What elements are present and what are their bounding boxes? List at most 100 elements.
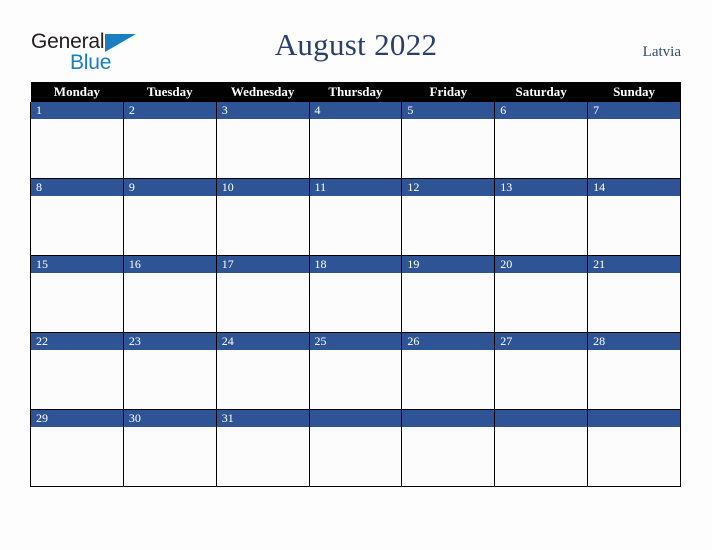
day-cell[interactable]: 17 — [215, 255, 310, 333]
day-number: 21 — [588, 256, 680, 273]
day-note-area[interactable] — [123, 427, 216, 486]
day-cell[interactable]: 1 — [30, 102, 124, 179]
country-label: Latvia — [642, 44, 681, 60]
day-cell[interactable]: 20 — [494, 255, 589, 333]
day-number: 2 — [123, 102, 216, 119]
day-note-area[interactable] — [402, 119, 495, 178]
day-note-area[interactable] — [31, 273, 123, 332]
day-cell[interactable]: 10 — [215, 178, 310, 256]
day-note-area[interactable] — [402, 273, 495, 332]
day-note-area[interactable] — [31, 196, 123, 255]
day-number: 30 — [123, 410, 216, 427]
day-number: 20 — [495, 256, 588, 273]
day-cell[interactable]: 4 — [308, 102, 403, 179]
day-number: 24 — [216, 333, 309, 350]
day-cell-empty[interactable] — [587, 409, 681, 487]
day-cell[interactable]: 2 — [122, 102, 217, 179]
day-cell[interactable]: 14 — [587, 178, 681, 256]
day-cell[interactable]: 28 — [587, 332, 681, 410]
day-note-area[interactable] — [309, 427, 402, 486]
day-note-area[interactable] — [495, 119, 588, 178]
calendar-week-row: 1 2 3 4 5 6 7 — [30, 102, 681, 179]
weekday-header-friday: Friday — [401, 82, 495, 102]
day-note-area[interactable] — [309, 196, 402, 255]
day-note-area[interactable] — [588, 350, 680, 409]
day-cell[interactable]: 30 — [122, 409, 217, 487]
day-note-area[interactable] — [309, 119, 402, 178]
day-note-area[interactable] — [216, 196, 309, 255]
day-cell[interactable]: 24 — [215, 332, 310, 410]
day-number: 27 — [495, 333, 588, 350]
calendar-grid: Monday Tuesday Wednesday Thursday Friday… — [30, 82, 681, 487]
day-note-area[interactable] — [216, 273, 309, 332]
day-cell[interactable]: 8 — [30, 178, 124, 256]
day-cell[interactable]: 13 — [494, 178, 589, 256]
day-cell[interactable]: 12 — [401, 178, 496, 256]
day-note-area[interactable] — [588, 273, 680, 332]
day-cell[interactable]: 26 — [401, 332, 496, 410]
day-cell[interactable]: 7 — [587, 102, 681, 179]
day-cell[interactable]: 16 — [122, 255, 217, 333]
day-note-area[interactable] — [309, 350, 402, 409]
weekday-header-saturday: Saturday — [494, 82, 588, 102]
day-note-area[interactable] — [588, 119, 680, 178]
day-cell[interactable]: 19 — [401, 255, 496, 333]
day-note-area[interactable] — [309, 273, 402, 332]
day-cell[interactable]: 22 — [30, 332, 124, 410]
day-cell[interactable]: 25 — [308, 332, 403, 410]
calendar-week-row: 15 16 17 18 19 20 21 — [30, 255, 681, 333]
day-number: 8 — [31, 179, 123, 196]
day-number: 13 — [495, 179, 588, 196]
day-note-area[interactable] — [495, 196, 588, 255]
day-cell-empty[interactable] — [401, 409, 496, 487]
day-cell[interactable]: 31 — [215, 409, 310, 487]
day-note-area[interactable] — [123, 119, 216, 178]
day-cell-empty[interactable] — [494, 409, 589, 487]
day-note-area[interactable] — [402, 350, 495, 409]
day-cell[interactable]: 3 — [215, 102, 310, 179]
day-cell[interactable]: 23 — [122, 332, 217, 410]
day-number: 28 — [588, 333, 680, 350]
day-cell[interactable]: 6 — [494, 102, 589, 179]
day-number: 23 — [123, 333, 216, 350]
day-note-area[interactable] — [123, 196, 216, 255]
day-cell[interactable]: 21 — [587, 255, 681, 333]
day-cell[interactable]: 29 — [30, 409, 124, 487]
day-cell[interactable]: 18 — [308, 255, 403, 333]
day-note-area[interactable] — [588, 196, 680, 255]
day-number — [495, 410, 588, 427]
day-number: 11 — [309, 179, 402, 196]
day-note-area[interactable] — [216, 350, 309, 409]
day-number: 26 — [402, 333, 495, 350]
calendar-week-row: 8 9 10 11 12 13 14 — [30, 178, 681, 256]
day-cell[interactable]: 11 — [308, 178, 403, 256]
day-note-area[interactable] — [123, 273, 216, 332]
calendar-week-row: 22 23 24 25 26 27 28 — [30, 332, 681, 410]
weekday-header-tuesday: Tuesday — [123, 82, 217, 102]
page-title: August 2022 — [274, 27, 438, 62]
day-note-area[interactable] — [495, 350, 588, 409]
day-cell[interactable]: 15 — [30, 255, 124, 333]
day-cell[interactable]: 9 — [122, 178, 217, 256]
day-note-area[interactable] — [495, 427, 588, 486]
day-note-area[interactable] — [402, 427, 495, 486]
day-number: 14 — [588, 179, 680, 196]
calendar-page: General Blue August 2022 Latvia Monday T… — [0, 0, 712, 550]
day-number: 7 — [588, 102, 680, 119]
day-cell-empty[interactable] — [308, 409, 403, 487]
day-number: 4 — [309, 102, 402, 119]
day-note-area[interactable] — [216, 119, 309, 178]
day-note-area[interactable] — [495, 273, 588, 332]
day-note-area[interactable] — [402, 196, 495, 255]
day-note-area[interactable] — [31, 427, 123, 486]
day-note-area[interactable] — [123, 350, 216, 409]
day-number: 10 — [216, 179, 309, 196]
day-number: 12 — [402, 179, 495, 196]
day-note-area[interactable] — [588, 427, 680, 486]
page-header: General Blue August 2022 Latvia — [0, 0, 712, 82]
day-cell[interactable]: 27 — [494, 332, 589, 410]
day-note-area[interactable] — [216, 427, 309, 486]
day-note-area[interactable] — [31, 119, 123, 178]
day-note-area[interactable] — [31, 350, 123, 409]
day-cell[interactable]: 5 — [401, 102, 496, 179]
